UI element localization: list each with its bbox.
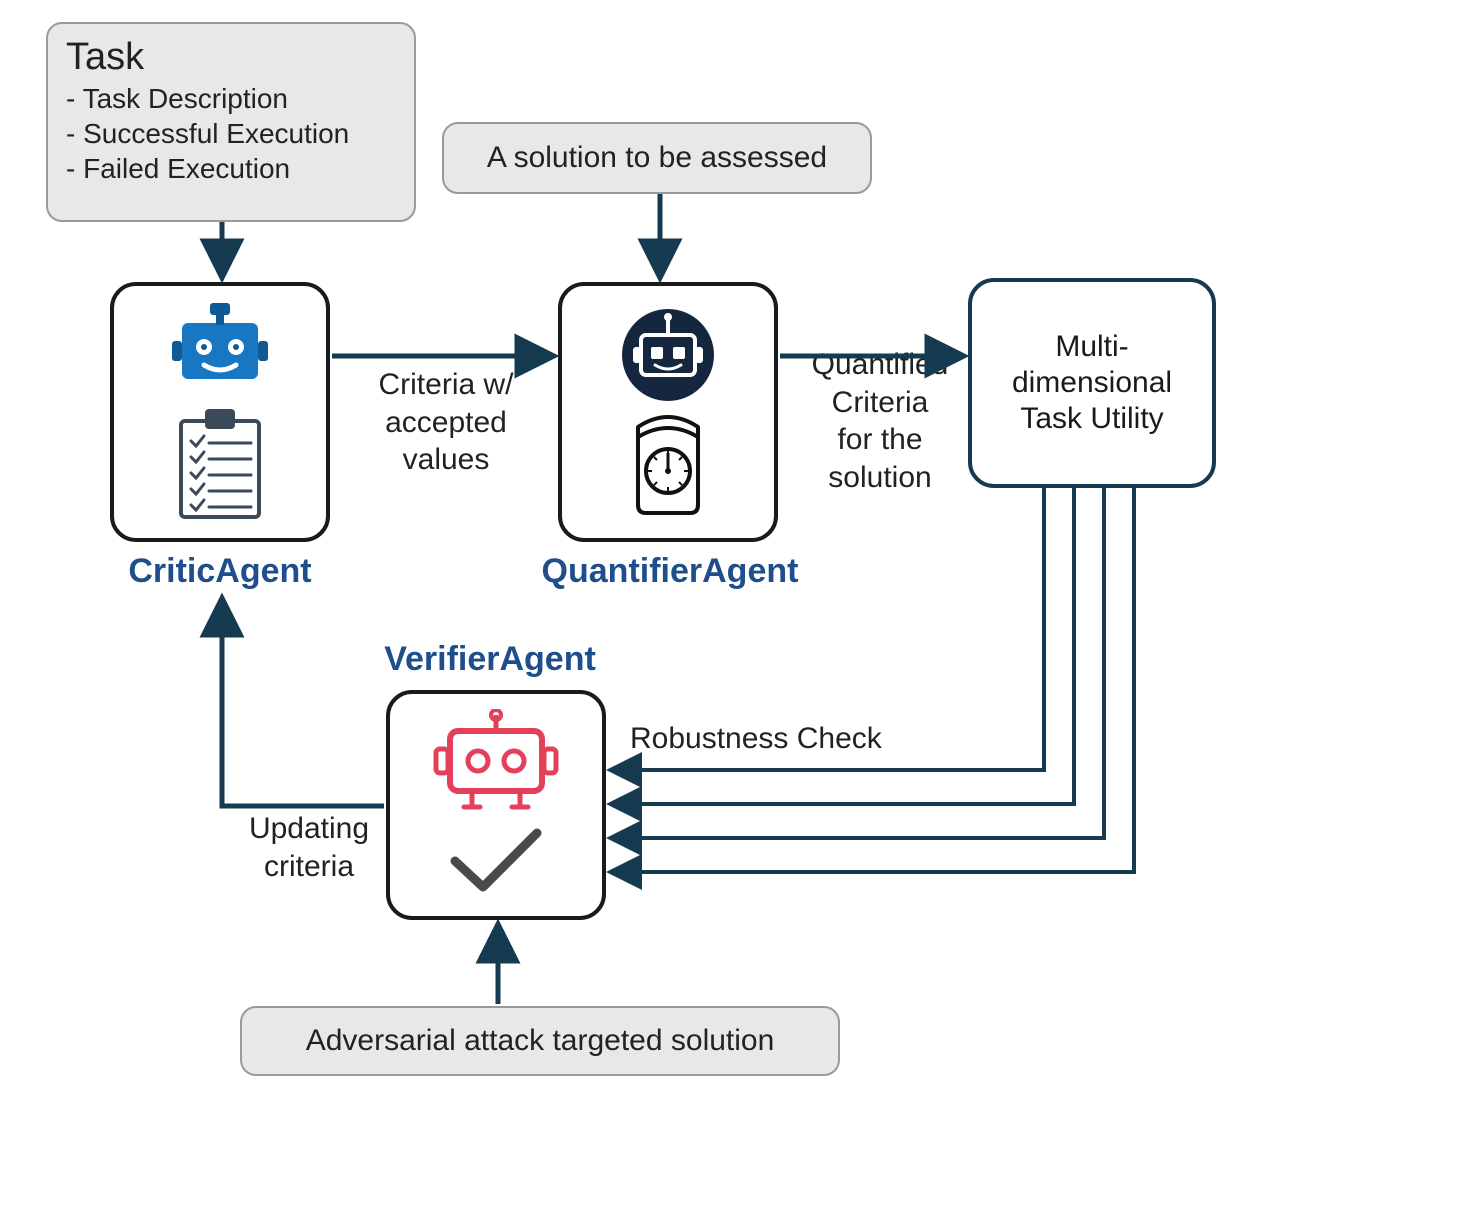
- solution-input-box: A solution to be assessed: [442, 122, 872, 194]
- clipboard-icon: [165, 403, 275, 523]
- adversarial-text: Adversarial attack targeted solution: [306, 1024, 775, 1058]
- verifier-agent-label: VerifierAgent: [360, 640, 620, 679]
- task-title: Task: [66, 36, 396, 79]
- criteria-label: Criteria w/ accepted values: [346, 366, 546, 479]
- task-line-3: - Failed Execution: [66, 151, 396, 186]
- quantifier-agent-label: QuantifierAgent: [520, 552, 820, 591]
- critic-agent-label: CriticAgent: [108, 552, 332, 591]
- task-line-2: - Successful Execution: [66, 116, 396, 151]
- robot-outline-icon: [426, 709, 566, 819]
- solution-text: A solution to be assessed: [487, 141, 827, 175]
- adversarial-input-box: Adversarial attack targeted solution: [240, 1006, 840, 1076]
- task-input-box: Task - Task Description - Successful Exe…: [46, 22, 416, 222]
- quantifier-agent-box: [558, 282, 778, 542]
- utility-box: Multi- dimensional Task Utility: [968, 278, 1216, 488]
- task-line-1: - Task Description: [66, 81, 396, 116]
- robot-circle-icon: [613, 305, 723, 405]
- robot-icon: [160, 301, 280, 397]
- diagram-canvas: Task - Task Description - Successful Exe…: [0, 0, 1483, 1206]
- checkmark-icon: [441, 821, 551, 901]
- utility-text: Multi- dimensional Task Utility: [1012, 329, 1172, 437]
- robustness-label: Robustness Check: [630, 720, 950, 758]
- quantified-label: Quantified Criteria for the solution: [790, 346, 970, 496]
- updating-label: Updating criteria: [224, 810, 394, 885]
- verifier-agent-box: [386, 690, 606, 920]
- scale-icon: [618, 409, 718, 519]
- critic-agent-box: [110, 282, 330, 542]
